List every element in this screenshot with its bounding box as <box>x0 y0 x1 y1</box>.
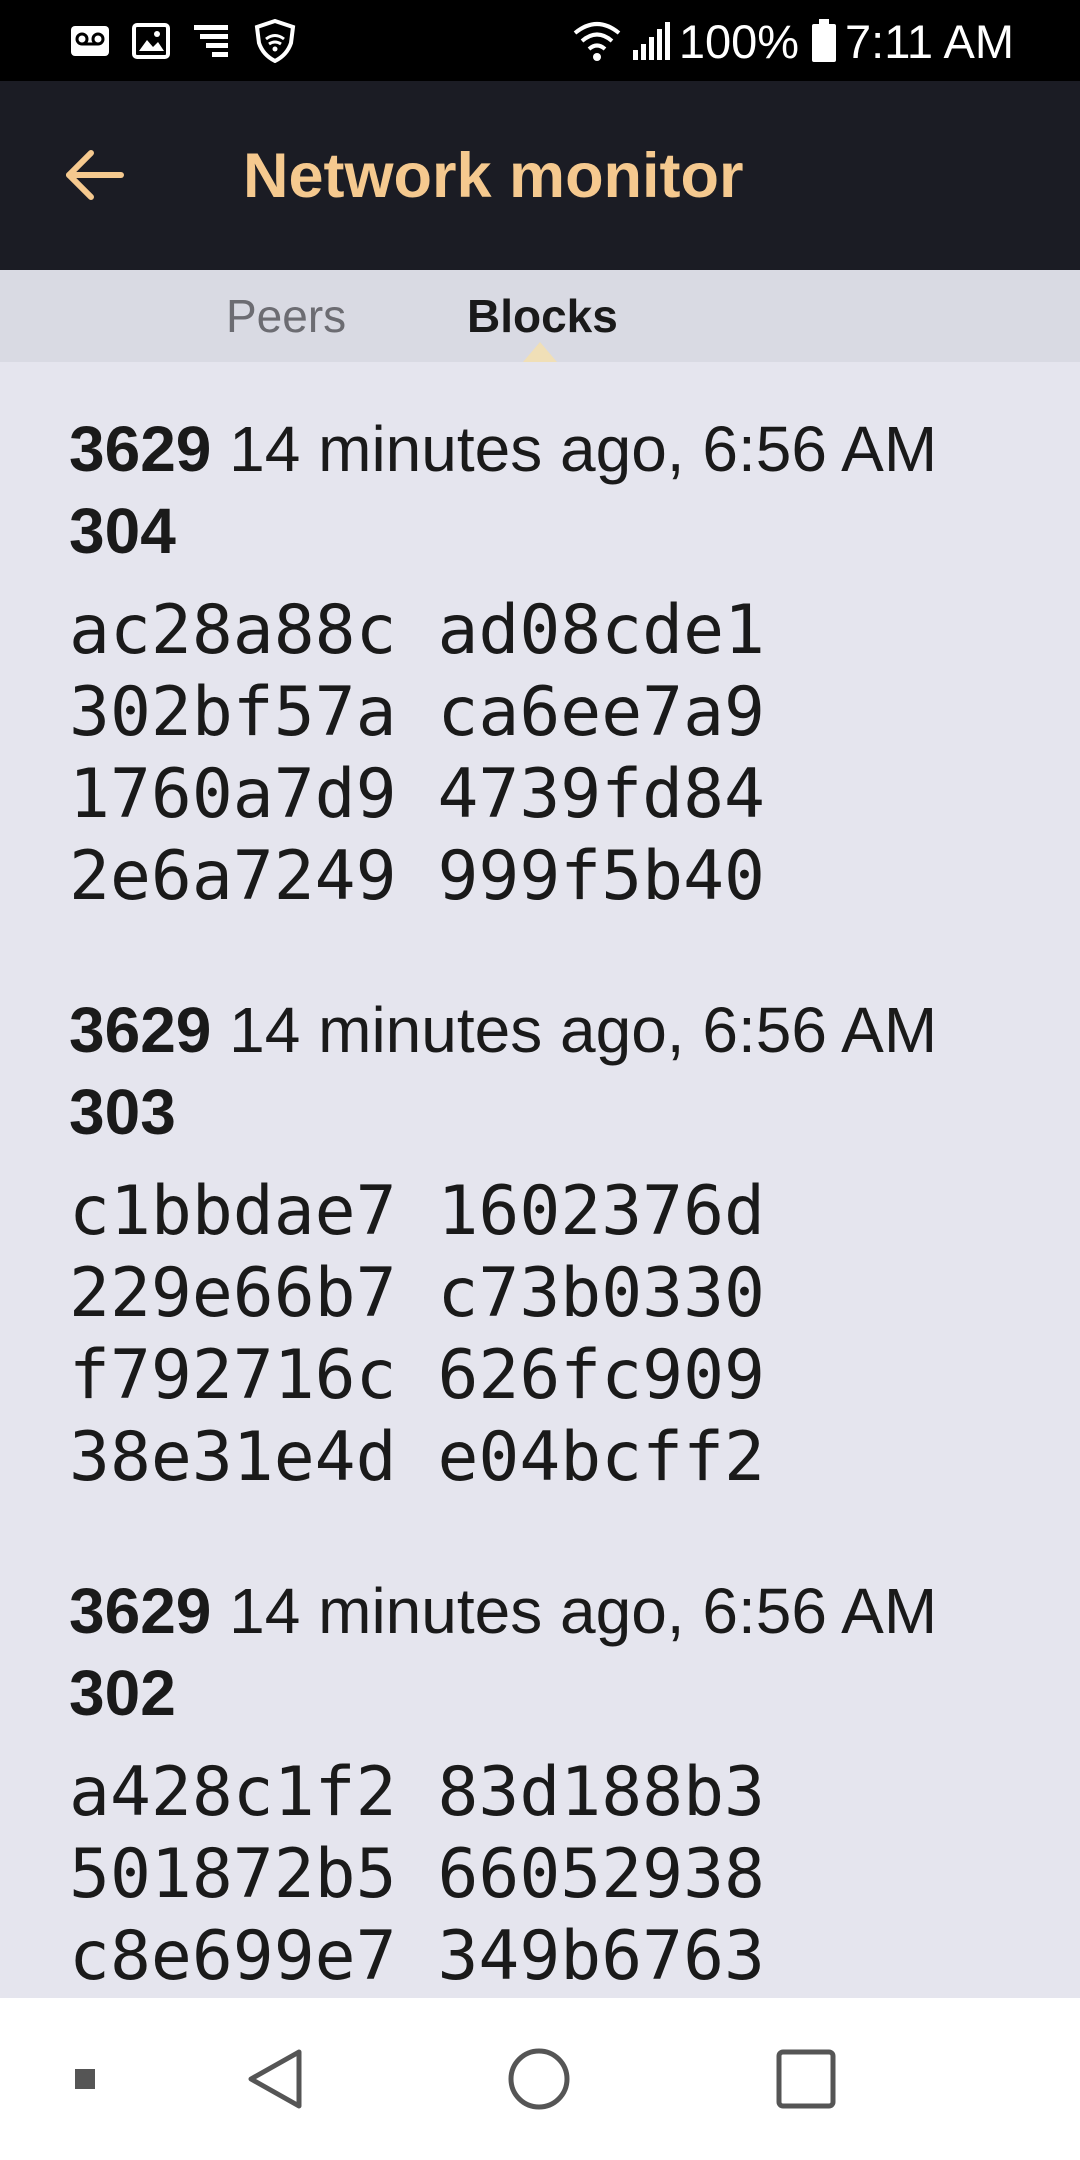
battery-icon <box>811 19 837 63</box>
hash-line: 2e6a7249 999f5b40 <box>69 837 765 916</box>
status-bar: 100% 7:11 AM <box>0 0 1080 81</box>
status-left-icons <box>70 18 296 64</box>
battery-percent: 100% <box>678 14 800 68</box>
system-nav-bar <box>0 1998 1080 2160</box>
block-hash: a428c1f2 83d188b3 501872b5 66052938 c8e6… <box>69 1752 1059 1998</box>
back-triangle-icon <box>248 2049 302 2109</box>
block-height: 3629 <box>69 413 212 485</box>
back-button[interactable] <box>55 135 135 215</box>
home-circle-icon <box>508 2048 570 2110</box>
block-item: 3629 14 minutes ago, 6:56 AM 304 ac28a88… <box>69 408 1059 918</box>
square-dot-icon <box>75 2069 95 2089</box>
block-number: 302 <box>69 1657 176 1729</box>
block-item: 3629 14 minutes ago, 6:56 AM 303 c1bbdae… <box>69 989 1059 1499</box>
hash-line: 501872b5 66052938 <box>69 1835 765 1914</box>
block-height: 3629 <box>69 994 212 1066</box>
hash-line: ac28a88c ad08cde1 <box>69 591 765 670</box>
block-item: 3629 14 minutes ago, 6:56 AM 302 a428c1f… <box>69 1570 1059 1998</box>
shield-icon <box>254 19 296 63</box>
square-dot-button[interactable] <box>55 1998 115 2160</box>
hash-line: c8e699e7 349b6763 <box>69 1917 765 1996</box>
clock: 7:11 AM <box>845 14 1014 68</box>
tab-bar: Peers Blocks <box>0 270 1080 362</box>
hash-line: a428c1f2 83d188b3 <box>69 1753 765 1832</box>
cell-signal-icon <box>631 20 671 62</box>
hash-line: 1760a7d9 4739fd84 <box>69 755 765 834</box>
block-header: 3629 14 minutes ago, 6:56 AM <box>69 1570 1059 1652</box>
block-number: 303 <box>69 1076 176 1148</box>
recents-nav-button[interactable] <box>761 1998 851 2160</box>
hash-line: 302bf57a ca6ee7a9 <box>69 673 765 752</box>
image-icon <box>132 23 170 59</box>
hash-line: 229e66b7 c73b0330 <box>69 1254 765 1333</box>
block-hash: ac28a88c ad08cde1 302bf57a ca6ee7a9 1760… <box>69 590 1059 918</box>
hash-line: f792716c 626fc909 <box>69 1336 765 1415</box>
wifi-icon <box>571 19 623 63</box>
page-title: Network monitor <box>243 140 744 211</box>
network-speed-icon <box>192 23 232 59</box>
block-height: 3629 <box>69 1575 212 1647</box>
blocks-list[interactable]: 3629 14 minutes ago, 6:56 AM 304 ac28a88… <box>0 362 1080 1998</box>
hash-line: 38e31e4d e04bcff2 <box>69 1418 765 1497</box>
block-header: 3629 14 minutes ago, 6:56 AM <box>69 989 1059 1071</box>
block-time: 14 minutes ago, 6:56 AM <box>229 413 938 485</box>
status-right-icons: 100% 7:11 AM <box>571 10 1014 72</box>
app-bar: Network monitor <box>0 81 1080 270</box>
arrow-left-icon <box>66 150 124 200</box>
recents-square-icon <box>776 2049 836 2109</box>
block-header: 3629 14 minutes ago, 6:56 AM <box>69 408 1059 490</box>
back-nav-button[interactable] <box>230 1998 320 2160</box>
block-time: 14 minutes ago, 6:56 AM <box>229 1575 938 1647</box>
voicemail-icon <box>70 25 110 57</box>
tab-peers[interactable]: Peers <box>226 270 346 362</box>
hash-line: c1bbdae7 1602376d <box>69 1172 765 1251</box>
block-number: 304 <box>69 495 176 567</box>
block-time: 14 minutes ago, 6:56 AM <box>229 994 938 1066</box>
block-hash: c1bbdae7 1602376d 229e66b7 c73b0330 f792… <box>69 1171 1059 1499</box>
selected-tab-indicator <box>523 342 557 362</box>
home-nav-button[interactable] <box>494 1998 584 2160</box>
